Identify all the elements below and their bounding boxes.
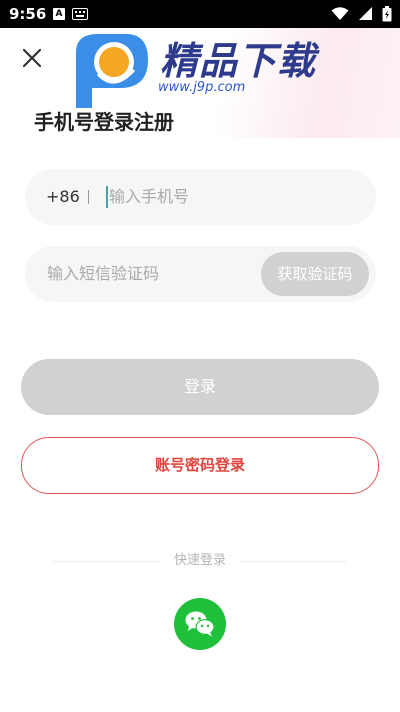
signal-icon <box>358 7 372 20</box>
page-title: 手机号登录注册 <box>34 110 174 134</box>
wifi-icon <box>331 7 349 20</box>
logo-mark-icon <box>76 34 148 108</box>
login-button[interactable]: 登录 <box>21 359 379 415</box>
status-bar: 9:56 A <box>0 0 400 28</box>
status-time: 9:56 <box>9 5 47 23</box>
wechat-login-button[interactable] <box>174 598 226 650</box>
status-right-icons <box>327 6 392 25</box>
wechat-icon <box>185 611 215 637</box>
sms-code-input-row: 获取验证码 <box>25 246 376 302</box>
close-icon[interactable] <box>20 46 44 70</box>
logo-url: www.j9p.com <box>158 80 246 95</box>
text-caret <box>106 186 108 208</box>
quick-login-divider-left <box>53 561 160 562</box>
quick-login-divider-right <box>240 561 346 562</box>
phone-input-row: +86 <box>25 169 376 225</box>
phone-input[interactable] <box>109 186 349 208</box>
get-code-button[interactable]: 获取验证码 <box>261 252 369 296</box>
quick-login-label: 快速登录 <box>173 553 226 568</box>
prefix-divider <box>88 190 89 204</box>
battery-icon <box>382 6 392 22</box>
password-login-button[interactable]: 账号密码登录 <box>21 437 379 494</box>
sms-code-input[interactable] <box>47 263 257 285</box>
logo-text: 精品下载 <box>160 39 317 83</box>
country-code-prefix[interactable]: +86 <box>46 186 80 208</box>
notification-a-icon: A <box>53 8 65 20</box>
keyboard-icon <box>72 8 88 20</box>
